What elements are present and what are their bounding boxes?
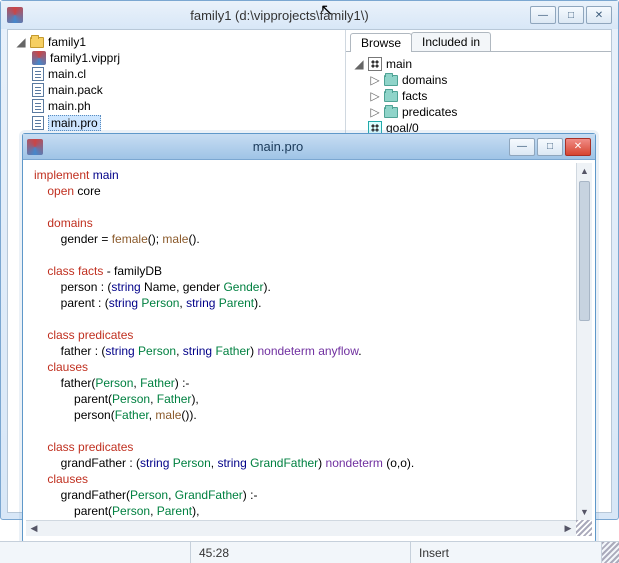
status-cursor-position: 45:28 (190, 542, 410, 563)
minimize-button[interactable]: — (530, 6, 556, 24)
code-editor[interactable]: implement main open core domains gender … (26, 163, 592, 520)
status-resize-grip[interactable] (601, 542, 619, 563)
folder-icon (384, 75, 398, 86)
expand-icon[interactable]: ▷ (370, 105, 380, 119)
tree-item[interactable]: family1.vipprj (32, 50, 341, 66)
app-icon (27, 139, 43, 155)
status-bar: 45:28 Insert (0, 541, 619, 563)
tree-label: main.ph (48, 99, 91, 113)
tree-label: predicates (402, 105, 457, 119)
tab-browse[interactable]: Browse (350, 33, 412, 52)
resize-grip[interactable] (576, 520, 592, 536)
vertical-scrollbar[interactable]: ▲ ▼ (576, 163, 592, 520)
status-insert-mode: Insert (410, 542, 601, 563)
file-icon (32, 83, 44, 97)
minimize-button[interactable]: — (509, 138, 535, 156)
project-title: family1 (d:\vipprojects\family1\) (29, 8, 530, 23)
scroll-down-icon[interactable]: ▼ (577, 504, 592, 520)
tree-label: main.pack (48, 83, 103, 97)
scroll-up-icon[interactable]: ▲ (577, 163, 592, 179)
module-item[interactable]: ▷ domains (370, 72, 607, 88)
tree-label: domains (402, 73, 447, 87)
scroll-right-icon[interactable]: ▶ (560, 521, 576, 536)
tree-item[interactable]: main.pack (32, 82, 341, 98)
tree-label: main.cl (48, 67, 86, 81)
module-root[interactable]: ◢ main (354, 56, 607, 72)
module-item[interactable]: ▷ predicates (370, 104, 607, 120)
folder-icon (30, 37, 44, 48)
file-icon (32, 99, 44, 113)
app-icon (7, 7, 23, 23)
tab-included-in[interactable]: Included in (411, 32, 491, 51)
project-titlebar[interactable]: family1 (d:\vipprojects\family1\) — □ ✕ (1, 1, 618, 29)
collapse-icon[interactable]: ◢ (16, 35, 26, 49)
tree-item[interactable]: main.ph (32, 98, 341, 114)
file-icon (32, 67, 44, 81)
tree-label: family1.vipprj (50, 51, 120, 65)
tree-label: facts (402, 89, 427, 103)
maximize-button[interactable]: □ (558, 6, 584, 24)
module-item[interactable]: ▷ facts (370, 88, 607, 104)
scroll-left-icon[interactable]: ◀ (26, 521, 42, 536)
editor-title: main.pro (47, 139, 509, 154)
close-button[interactable]: ✕ (586, 6, 612, 24)
folder-icon (384, 91, 398, 102)
tree-label: family1 (48, 35, 86, 49)
tree-item[interactable]: main.cl (32, 66, 341, 82)
editor-window: main.pro — □ ✕ implement main open core … (22, 133, 596, 543)
tree-label: main (386, 57, 412, 71)
file-icon (32, 116, 44, 130)
folder-icon (384, 107, 398, 118)
collapse-icon[interactable]: ◢ (354, 57, 364, 71)
horizontal-scrollbar[interactable]: ◀ ▶ (26, 520, 576, 536)
project-file-icon (32, 51, 46, 65)
expand-icon[interactable]: ▷ (370, 73, 380, 87)
close-button[interactable]: ✕ (565, 138, 591, 156)
tab-bar: Browse Included in (346, 30, 611, 52)
maximize-button[interactable]: □ (537, 138, 563, 156)
expand-icon[interactable]: ▷ (370, 89, 380, 103)
module-icon (368, 57, 382, 71)
tree-item-selected[interactable]: main.pro (32, 114, 341, 132)
editor-titlebar[interactable]: main.pro — □ ✕ (23, 134, 595, 160)
status-cell-blank (0, 542, 190, 563)
scroll-thumb[interactable] (579, 181, 590, 321)
tree-label: main.pro (48, 115, 101, 131)
tree-root[interactable]: ◢ family1 (16, 34, 341, 50)
